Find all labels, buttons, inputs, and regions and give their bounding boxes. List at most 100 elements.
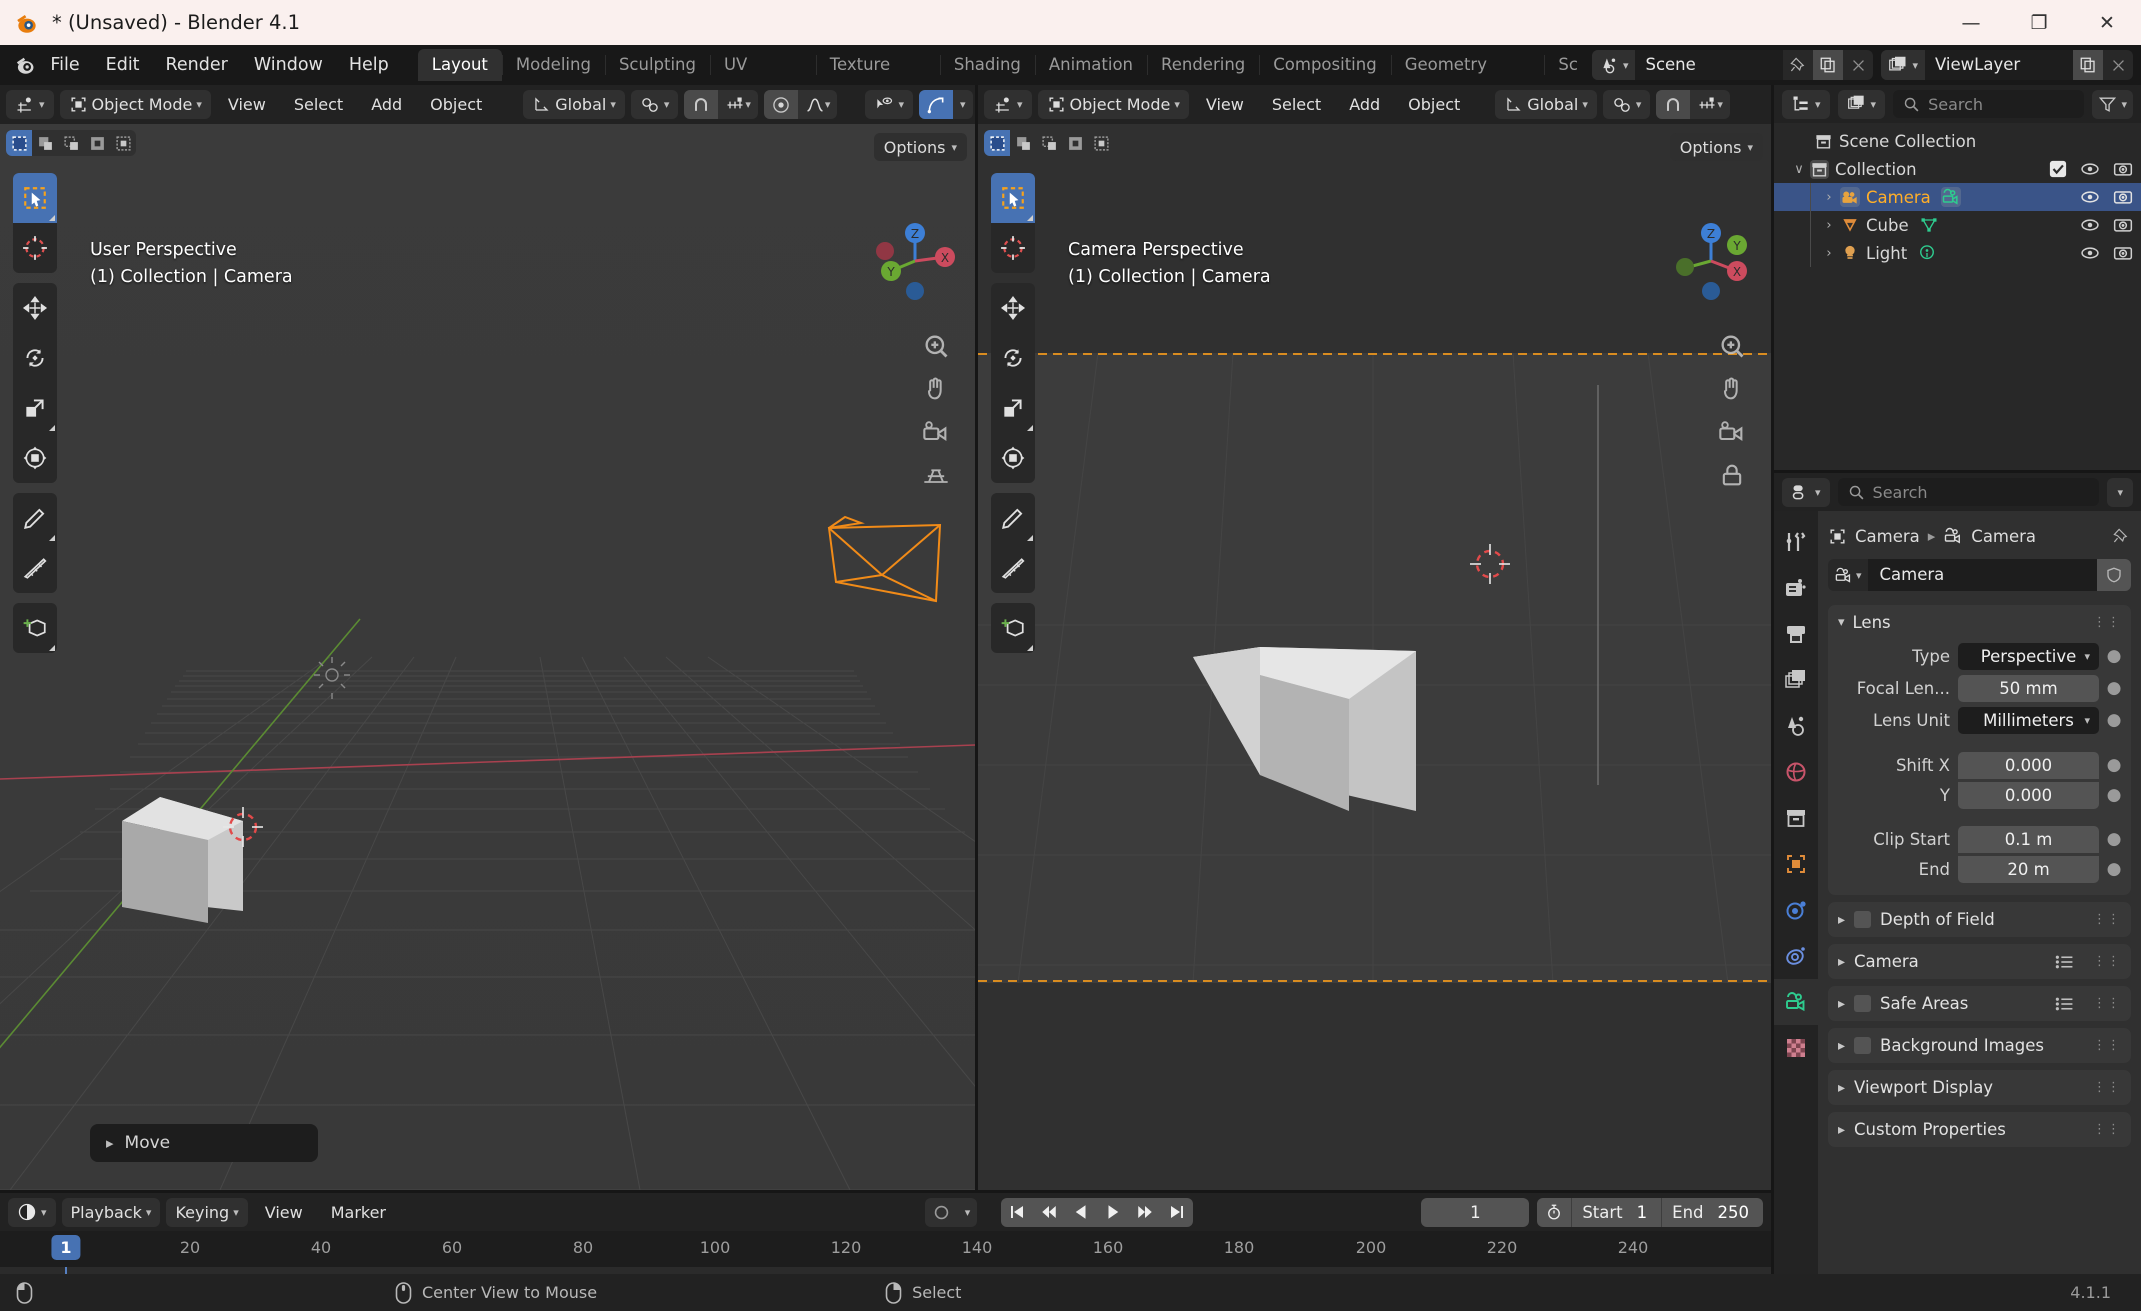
properties-tab-modifiers[interactable] <box>1774 887 1818 933</box>
workspace-tab-uv-editing[interactable]: UV Editing <box>709 49 816 106</box>
viewport-menu-view[interactable]: View <box>217 90 277 119</box>
workspace-tab-texture-paint[interactable]: Texture Paint <box>815 49 940 106</box>
scene-name-field[interactable]: Scene <box>1635 50 1784 80</box>
object-mode-selector[interactable]: Object Mode ▾ <box>1037 90 1189 119</box>
viewport-menu-add[interactable]: Add <box>1338 90 1391 119</box>
previous-keyframe-button[interactable] <box>1033 1198 1065 1227</box>
select-subtract-tool[interactable] <box>1036 130 1062 156</box>
select-extend-tool[interactable] <box>1010 130 1036 156</box>
viewport-menu-object[interactable]: Object <box>419 90 493 119</box>
tool-add-cube[interactable] <box>991 603 1035 653</box>
timeline-ruler[interactable]: 20 40 60 80 100 120 140 160 180 200 220 … <box>0 1231 1771 1267</box>
shift-x-field[interactable]: 0.000 <box>1958 751 2099 779</box>
outliner-row-camera[interactable]: › Camera <box>1774 183 2141 211</box>
scene-selector[interactable]: ▾ Scene <box>1591 50 1874 80</box>
select-mode-row[interactable] <box>6 130 136 156</box>
tool-annotate[interactable] <box>13 493 57 543</box>
properties-tab-output[interactable] <box>1774 611 1818 657</box>
mesh-data-icon[interactable] <box>1919 215 1939 235</box>
tool-tweak[interactable] <box>13 173 57 223</box>
timeline-menu-keying[interactable]: Keying ▾ <box>166 1197 248 1227</box>
timeline-menu-view[interactable]: View <box>254 1198 314 1227</box>
animate-property-dot[interactable]: ● <box>2107 755 2122 775</box>
properties-tab-tool[interactable] <box>1774 519 1818 565</box>
drag-grip-icon[interactable]: ⋮⋮ <box>2093 954 2121 969</box>
outliner-row-cube[interactable]: › Cube <box>1774 211 2141 239</box>
tool-measure[interactable] <box>13 543 57 593</box>
camera-data-browse-button[interactable]: ▾ <box>1828 559 1868 591</box>
delete-viewlayer-button[interactable] <box>2103 50 2133 80</box>
viewport-right-options-button[interactable]: Options ▾ <box>1669 133 1763 161</box>
auto-keying-options[interactable]: ▾ <box>958 1198 978 1227</box>
properties-tab-world[interactable] <box>1774 749 1818 795</box>
play-button[interactable] <box>1097 1198 1129 1227</box>
auto-keying-toggle[interactable] <box>925 1198 958 1227</box>
properties-tab-collection[interactable] <box>1774 795 1818 841</box>
menu-edit[interactable]: Edit <box>93 45 153 85</box>
play-reverse-button[interactable] <box>1065 1198 1097 1227</box>
outliner-editor[interactable]: ▾ ▾ Search ▾ Scene Collection ∨ Collecti… <box>1774 85 2141 470</box>
editor-type-selector[interactable]: ▾ <box>8 1197 56 1227</box>
scene-browse-button[interactable]: ▾ <box>1591 50 1636 80</box>
tool-add-cube[interactable] <box>13 603 57 653</box>
select-mode-row[interactable] <box>984 130 1114 156</box>
animate-property-dot[interactable]: ● <box>2107 678 2122 698</box>
shift-y-field[interactable]: 0.000 <box>1958 781 2099 809</box>
new-viewlayer-button[interactable] <box>2073 50 2103 80</box>
eye-icon[interactable] <box>2080 187 2100 207</box>
disclosure-triangle[interactable]: › <box>1818 190 1840 205</box>
properties-search-input[interactable]: Search <box>1837 478 2100 506</box>
current-frame-field[interactable]: 1 <box>1421 1197 1530 1227</box>
workspace-tab-sculpting[interactable]: Sculpting <box>604 49 710 81</box>
playback-controls[interactable] <box>1001 1197 1194 1227</box>
minimize-button[interactable]: — <box>1937 0 2005 45</box>
workspace-tab-scripting[interactable]: Sc <box>1544 49 1592 81</box>
editor-type-selector[interactable]: ▾ <box>6 90 54 119</box>
drag-grip-icon[interactable]: ⋮⋮ <box>2093 1038 2121 1053</box>
jump-to-start-button[interactable] <box>1001 1198 1033 1227</box>
depth-of-field-checkbox[interactable] <box>1854 911 1872 928</box>
move-view-button[interactable] <box>919 372 953 406</box>
blender-menu-icon[interactable] <box>14 53 37 77</box>
breadcrumb-data[interactable]: Camera <box>1971 527 2036 546</box>
outliner-row-light[interactable]: › Light <box>1774 239 2141 267</box>
drag-grip-icon[interactable]: ⋮⋮ <box>2093 1122 2121 1137</box>
tool-scale[interactable] <box>991 383 1035 433</box>
visibility-selector[interactable]: ▾ <box>865 90 913 119</box>
animate-property-dot[interactable]: ● <box>2107 710 2122 730</box>
eye-icon[interactable] <box>2080 159 2100 179</box>
camera-render-icon[interactable] <box>2113 243 2133 263</box>
panel-safe-areas[interactable]: ▸ Safe Areas ⋮⋮ <box>1828 986 2131 1021</box>
disclosure-triangle[interactable]: ∨ <box>1788 162 1810 177</box>
viewport-right-nav-buttons[interactable] <box>1715 329 1749 492</box>
end-frame-value[interactable]: 250 <box>1714 1198 1764 1227</box>
tool-rotate[interactable] <box>991 333 1035 383</box>
viewlayer-name-field[interactable]: ViewLayer <box>1925 50 2073 80</box>
viewport-left-nav-buttons[interactable] <box>919 329 953 492</box>
editor-type-selector[interactable]: ▾ <box>1782 89 1830 119</box>
tool-tweak[interactable] <box>991 173 1035 223</box>
viewport-left-toolbar[interactable] <box>13 173 57 663</box>
jump-to-end-button[interactable] <box>1161 1198 1193 1227</box>
select-box-tool[interactable] <box>984 130 1010 156</box>
panel-viewport-display[interactable]: ▸ Viewport Display ⋮⋮ <box>1828 1070 2131 1105</box>
select-extend-tool[interactable] <box>32 130 58 156</box>
falloff-selector[interactable]: ▾ <box>798 90 838 119</box>
snap-mode-selector[interactable]: ▾ <box>1690 90 1730 119</box>
tool-cursor[interactable] <box>991 223 1035 273</box>
outliner-filter-button[interactable]: ▾ <box>2092 89 2133 119</box>
viewport-menu-object[interactable]: Object <box>1397 90 1471 119</box>
transform-orientation-selector[interactable]: Global ▾ <box>1495 90 1597 119</box>
viewport-right-toolbar[interactable] <box>991 173 1035 663</box>
properties-tab-object[interactable] <box>1774 841 1818 887</box>
eye-icon[interactable] <box>2080 243 2100 263</box>
outliner-display-mode[interactable]: ▾ <box>1837 89 1886 119</box>
viewport-menu-view[interactable]: View <box>1195 90 1255 119</box>
viewport-menu-select[interactable]: Select <box>283 90 354 119</box>
eye-icon[interactable] <box>2080 215 2100 235</box>
properties-tab-scene[interactable] <box>1774 703 1818 749</box>
workspace-tab-geometry-nodes[interactable]: Geometry Nodes <box>1390 49 1545 106</box>
timeline-menu-marker[interactable]: Marker <box>320 1198 397 1227</box>
tool-rotate[interactable] <box>13 333 57 383</box>
gizmo-options[interactable]: ▾ <box>953 90 973 119</box>
